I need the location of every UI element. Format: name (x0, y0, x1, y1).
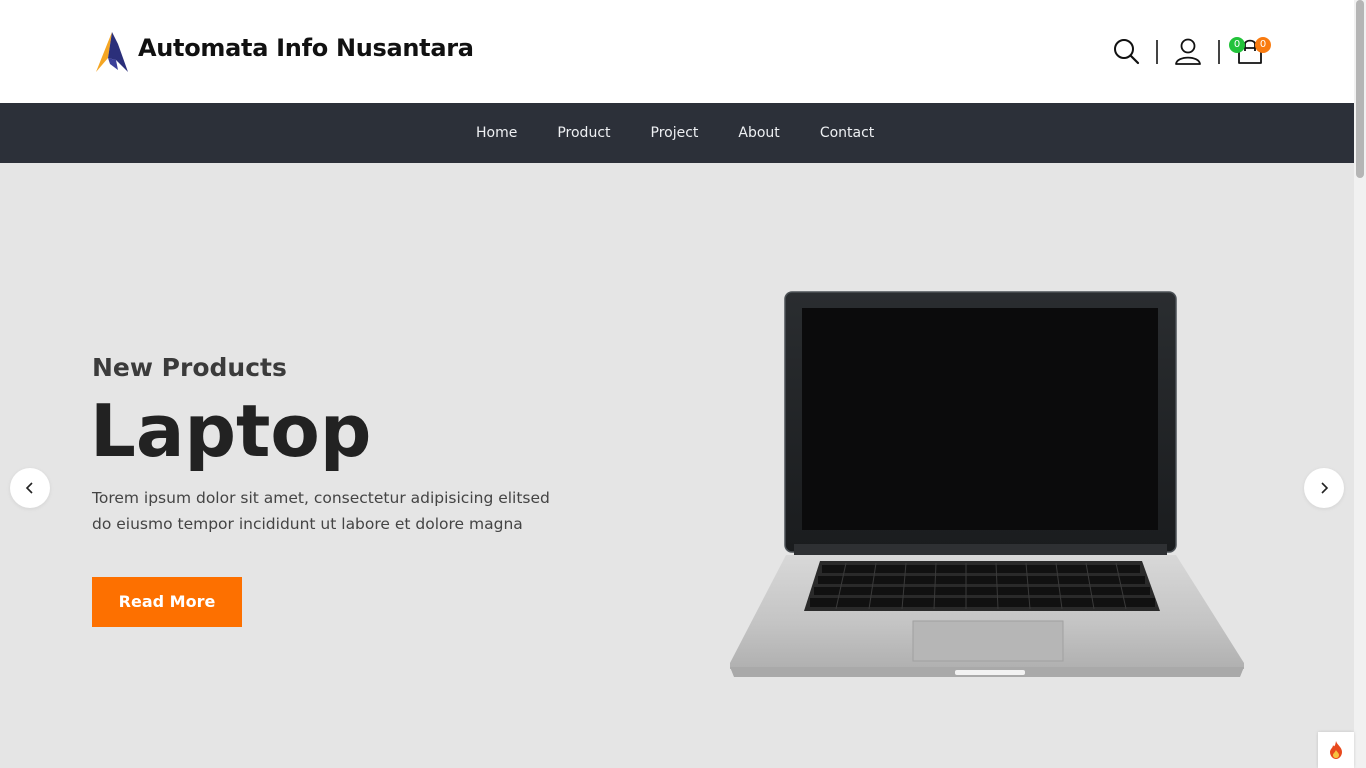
logo-icon[interactable] (94, 30, 130, 74)
main-nav: Home Product Project About Contact (0, 103, 1354, 163)
chevron-left-icon (25, 482, 33, 494)
flame-icon (1330, 741, 1342, 759)
site-header: Automata Info Nusantara 0 0 (0, 0, 1354, 103)
page-scrollbar[interactable] (1354, 0, 1366, 768)
nav-list: Home Product Project About Contact (456, 103, 894, 163)
nav-item-about[interactable]: About (718, 125, 799, 141)
hero-slider: New Products Laptop Torem ipsum dolor si… (0, 163, 1354, 768)
brand-name[interactable]: Automata Info Nusantara (138, 34, 474, 62)
slider-prev-button[interactable] (10, 468, 50, 508)
chevron-right-icon (1321, 482, 1329, 494)
fire-widget-button[interactable] (1318, 732, 1354, 768)
hero-description: Torem ipsum dolor sit amet, consectetur … (92, 489, 550, 533)
header-divider (1156, 40, 1158, 64)
read-more-button[interactable]: Read More (92, 577, 242, 627)
scrollbar-thumb[interactable] (1356, 0, 1364, 178)
nav-item-project[interactable]: Project (631, 125, 719, 141)
wishlist-count-badge: 0 (1229, 37, 1245, 53)
user-icon[interactable] (1174, 37, 1202, 65)
laptop-image (730, 291, 1244, 677)
nav-item-contact[interactable]: Contact (800, 125, 894, 141)
nav-item-product[interactable]: Product (537, 125, 630, 141)
search-icon[interactable] (1112, 37, 1140, 65)
header-divider (1218, 40, 1220, 64)
hero-headline: Laptop (90, 389, 372, 473)
nav-item-home[interactable]: Home (456, 125, 537, 141)
hero-kicker: New Products (92, 353, 287, 382)
cart-count-badge: 0 (1255, 37, 1271, 53)
slider-next-button[interactable] (1304, 468, 1344, 508)
